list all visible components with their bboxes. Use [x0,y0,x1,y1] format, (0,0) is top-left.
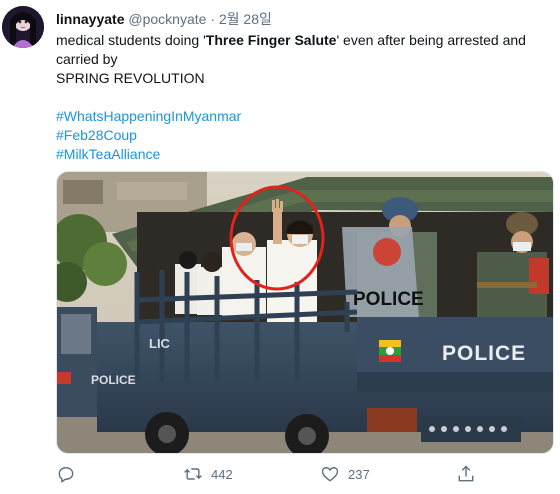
separator-dot: · [210,11,215,27]
emblem-flag [379,340,401,362]
hashtag-feb28coup[interactable]: #Feb28Coup [56,126,556,145]
share-icon [458,465,474,482]
avatar-image [2,6,44,48]
avatar[interactable] [2,6,44,48]
tweet[interactable]: linnayyate @pocknyate · 2월 28일 medical s… [0,0,560,494]
retweet-button[interactable]: 442 [183,463,233,485]
hashtag-whatshappeninginmyanmar[interactable]: #WhatsHappeningInMyanmar [56,107,556,126]
reply-icon [58,467,74,483]
tweet-text-line-2: SPRING REVOLUTION [56,70,205,86]
tweet-text: medical students doing 'Three Finger Sal… [56,31,556,164]
truck-police-text: POLICE [442,342,526,365]
tweet-header: linnayyate @pocknyate · 2월 28일 [56,9,272,29]
tweet-date[interactable]: 2월 28일 [219,11,272,27]
reply-button[interactable] [56,463,76,485]
display-name[interactable]: linnayyate [56,11,124,27]
text-before: medical students doing ' [56,32,206,48]
hashtag-milkteaalliance[interactable]: #MilkTeaAlliance [56,145,556,164]
like-count: 237 [348,466,370,482]
retweet-icon [184,468,202,480]
tweet-photo[interactable]: POLICE POLICE LIC POLICE [56,171,554,454]
text-bold: Three Finger Salute [205,32,337,48]
photo-police-truck: POLICE POLICE LIC POLICE [57,172,553,453]
share-button[interactable] [456,463,476,485]
like-button[interactable]: 237 [320,463,370,485]
truck-side-text: LIC [149,336,171,351]
shield-text: POLICE [353,289,424,310]
truck-door-text: POLICE [91,373,136,387]
retweet-count: 442 [211,466,233,482]
heart-icon [321,467,339,482]
tweet-actions: 442 237 [56,463,556,487]
user-handle[interactable]: @pocknyate [128,11,206,27]
tweet-text-line-1: medical students doing 'Three Finger Sal… [56,31,556,69]
